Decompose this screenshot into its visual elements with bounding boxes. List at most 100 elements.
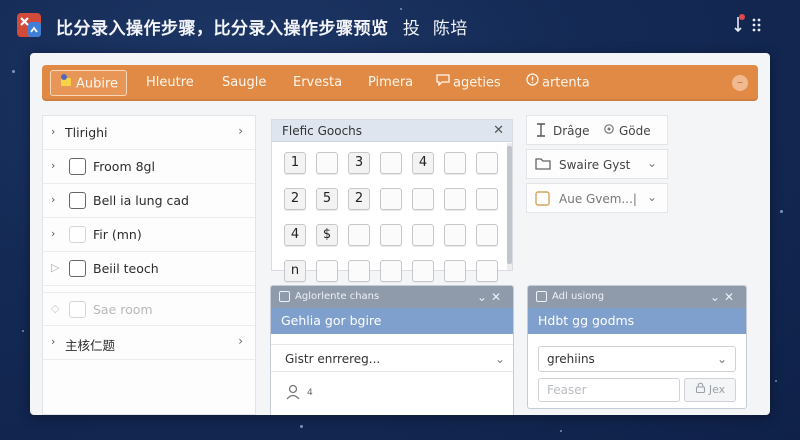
- select-dropdown[interactable]: grehiins ⌄: [538, 346, 736, 372]
- tree-item-label: Beiil teoch: [93, 261, 159, 276]
- input-placeholder: Feaser: [547, 383, 587, 397]
- keypad-key[interactable]: 4: [284, 224, 306, 246]
- chevron-down-icon[interactable]: ⌄: [717, 347, 727, 371]
- tree-item[interactable]: › 主核仁题 ›: [43, 326, 255, 360]
- keypad-key[interactable]: [316, 260, 338, 282]
- dialog-right: Adl usiong ⌄✕ Hdbt gg godms grehiins ⌄ F…: [527, 285, 747, 409]
- keypad-key[interactable]: [412, 188, 434, 210]
- keypad-key[interactable]: [476, 260, 498, 282]
- keypad-panel: Flefic Goochs ✕ 1 3 4 2 5 2 4 $ n: [271, 119, 513, 282]
- tree-item[interactable]: › Bell ia lung cad: [43, 184, 255, 218]
- tree-item[interactable]: › Fir (mn): [43, 218, 255, 252]
- chevron-right-icon[interactable]: ›: [238, 124, 243, 138]
- keypad-header: Flefic Goochs ✕: [272, 120, 512, 142]
- window-controls[interactable]: ⌄✕: [710, 286, 738, 308]
- window-controls[interactable]: ⌄✕: [477, 286, 505, 308]
- sort-icon[interactable]: [732, 12, 772, 36]
- app-icon[interactable]: [16, 12, 42, 38]
- expand-caret-icon[interactable]: ›: [51, 227, 63, 240]
- menu-label: Ervesta: [293, 75, 343, 90]
- keypad-key[interactable]: [412, 224, 434, 246]
- keypad-key[interactable]: [476, 224, 498, 246]
- menu-item-pimera[interactable]: Pimera: [360, 70, 421, 96]
- keypad-key[interactable]: [444, 188, 466, 210]
- keypad-key[interactable]: [380, 152, 402, 174]
- menu-item-hleutre[interactable]: Hleutre: [138, 70, 202, 96]
- close-icon[interactable]: ✕: [493, 120, 504, 142]
- chevron-right-icon[interactable]: ›: [238, 334, 243, 348]
- keypad-key[interactable]: 4: [412, 152, 434, 174]
- tree-item[interactable]: ▷ Beiil teoch: [43, 252, 255, 286]
- keypad-key[interactable]: [444, 152, 466, 174]
- keypad-key[interactable]: [380, 224, 402, 246]
- option-label: Aue Gvem...|: [559, 192, 637, 206]
- window-icon: [536, 291, 547, 302]
- keypad-key[interactable]: [380, 260, 402, 282]
- window-icon: [279, 291, 290, 302]
- keypad-key[interactable]: 2: [348, 188, 370, 210]
- expand-caret-icon[interactable]: ›: [51, 125, 63, 138]
- bg-star: [22, 330, 24, 332]
- bg-star: [300, 425, 303, 428]
- keypad-key[interactable]: 1: [284, 152, 306, 174]
- keypad-key[interactable]: [476, 152, 498, 174]
- keypad-key[interactable]: 3: [348, 152, 370, 174]
- tree-item[interactable]: › Froom 8gl: [43, 150, 255, 184]
- tree-item[interactable]: › Tlirighi ›: [43, 116, 255, 150]
- keypad-key[interactable]: [348, 260, 370, 282]
- lock-button[interactable]: Jex: [684, 378, 736, 402]
- main-window: Aubire Hleutre Saugle Ervesta Pimera age…: [30, 53, 770, 415]
- keypad-key[interactable]: n: [284, 260, 306, 282]
- minimize-icon[interactable]: –: [732, 75, 748, 91]
- option-label[interactable]: Göde: [619, 124, 651, 138]
- dialog-title: Aglorlente chans: [295, 291, 380, 302]
- keypad-key[interactable]: [444, 260, 466, 282]
- select-dropdown[interactable]: Gistr enrrereg... ⌄: [271, 344, 513, 372]
- keypad-key[interactable]: 2: [284, 188, 306, 210]
- tree-item-label: Tlirighi: [65, 125, 108, 140]
- keypad-key[interactable]: 5: [316, 188, 338, 210]
- expand-caret-icon[interactable]: ▷: [51, 261, 63, 274]
- lock-icon: [695, 379, 706, 401]
- chevron-down-icon[interactable]: ⌄: [495, 345, 505, 373]
- expand-caret-icon[interactable]: ›: [51, 159, 63, 172]
- keypad-key[interactable]: [316, 152, 338, 174]
- expand-caret-icon[interactable]: ›: [51, 193, 63, 206]
- checkbox-icon[interactable]: [535, 191, 550, 209]
- checkbox[interactable]: [69, 158, 86, 175]
- dialog-subtitle: Gehlia gor bgire: [271, 308, 513, 334]
- search-input[interactable]: Feaser: [538, 378, 680, 402]
- scrollbar-thumb[interactable]: [507, 146, 512, 264]
- dialog-title: Adl usiong: [552, 291, 605, 302]
- gear-icon[interactable]: [603, 123, 615, 138]
- keypad-key[interactable]: [444, 224, 466, 246]
- option-label: Swaire Gyst: [559, 158, 631, 172]
- option-label[interactable]: Drâge: [553, 124, 590, 138]
- keypad-key[interactable]: $: [316, 224, 338, 246]
- option-dropdown[interactable]: Aue Gvem...| ⌄: [526, 183, 668, 213]
- checkbox[interactable]: [69, 226, 86, 243]
- menu-item-ageties[interactable]: ageties: [428, 70, 509, 96]
- expand-caret-icon[interactable]: ›: [51, 335, 63, 348]
- bg-star: [775, 380, 777, 382]
- tree-item-disabled: ◇ Sae room: [43, 292, 255, 326]
- title-bar: 比分录入操作步骤，比分录入操作步骤预览 投 陈培: [0, 0, 800, 50]
- title-extra-1: 投: [402, 19, 421, 39]
- menu-item-artenta[interactable]: artenta: [518, 70, 598, 96]
- person-icon[interactable]: [285, 384, 301, 404]
- chevron-down-icon[interactable]: ⌄: [647, 190, 657, 204]
- keypad-key[interactable]: [412, 260, 434, 282]
- button-label: Jex: [708, 383, 726, 396]
- checkbox[interactable]: [69, 260, 86, 277]
- menu-item-saugle[interactable]: Saugle: [214, 70, 274, 96]
- checkbox[interactable]: [69, 192, 86, 209]
- option-dropdown[interactable]: Swaire Gyst ⌄: [526, 149, 668, 179]
- keypad-key[interactable]: [476, 188, 498, 210]
- chevron-down-icon[interactable]: ⌄: [647, 156, 657, 170]
- bg-star: [560, 430, 562, 432]
- keypad-key[interactable]: [348, 224, 370, 246]
- keypad-key[interactable]: [380, 188, 402, 210]
- menu-item-ervesta[interactable]: Ervesta: [285, 70, 350, 96]
- footer-text: 4: [307, 388, 313, 398]
- menu-item-aubire[interactable]: Aubire: [50, 70, 128, 96]
